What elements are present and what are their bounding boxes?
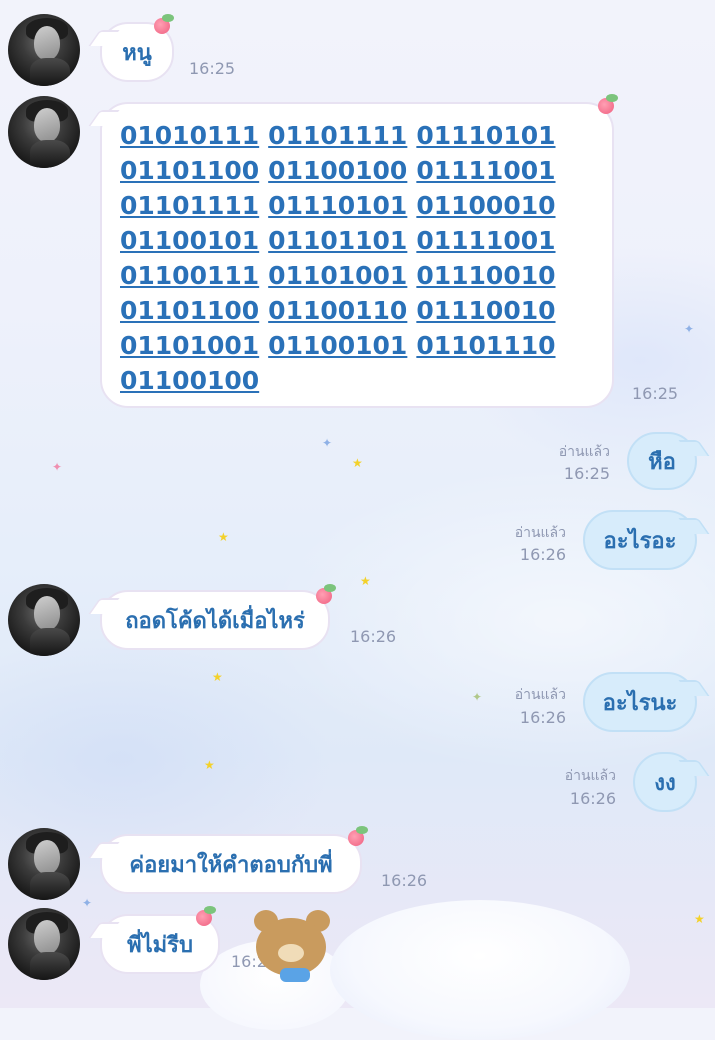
star-decoration-icon: ★	[212, 670, 223, 684]
strawberry-sticker-icon	[196, 906, 216, 926]
avatar[interactable]	[8, 96, 80, 168]
message-timestamp: 16:26	[350, 627, 397, 646]
binary-link[interactable]: 01110010	[416, 296, 555, 325]
binary-link[interactable]: 01100101	[120, 226, 259, 255]
binary-link[interactable]: 01101001	[120, 331, 259, 360]
strawberry-sticker-icon	[316, 584, 336, 604]
message-bubble-outgoing[interactable]: หือ	[627, 432, 697, 490]
strawberry-sticker-icon	[598, 94, 618, 114]
message-timestamp: 16:26	[519, 545, 566, 564]
message-text: พี่ไม่รีบ	[127, 932, 193, 958]
star-decoration-icon: ✦	[322, 436, 333, 450]
message-text: อะไรอะ	[603, 528, 677, 554]
star-decoration-icon: ★	[694, 912, 705, 926]
binary-link[interactable]: 01101100	[120, 296, 259, 325]
message-text: อะไรนะ	[602, 690, 678, 716]
message-bubble-outgoing[interactable]: อะไรนะ	[583, 672, 697, 732]
message-timestamp: 16:26	[569, 789, 616, 808]
binary-line: 01101100 01100110 01110010	[120, 293, 594, 328]
binary-link[interactable]: 01110010	[416, 261, 555, 290]
binary-link[interactable]: 01111001	[416, 226, 555, 255]
avatar[interactable]	[8, 14, 80, 86]
message-bubble-outgoing[interactable]: งง	[633, 752, 697, 812]
message-timestamp: 16:25	[189, 59, 236, 78]
binary-line: 01101001 01100101 01101110	[120, 328, 594, 363]
message-text: ถอดโค้ดได้เมื่อไหร่	[125, 608, 305, 634]
message-timestamp: 16:25	[563, 464, 610, 483]
binary-link[interactable]: 01010111	[120, 121, 259, 150]
star-decoration-icon: ★	[360, 574, 371, 588]
binary-line: 01101100 01100100 01111001	[120, 153, 594, 188]
bear-sticker	[250, 908, 336, 986]
strawberry-sticker-icon	[348, 826, 368, 846]
read-receipt: อ่านแล้ว	[564, 768, 616, 784]
message-timestamp: 16:26	[231, 952, 278, 971]
sticker-cinnamoroll	[330, 900, 630, 1040]
avatar[interactable]	[8, 908, 80, 980]
message-bubble-incoming[interactable]: ถอดโค้ดได้เมื่อไหร่	[100, 590, 330, 650]
star-decoration-icon: ✦	[684, 322, 695, 336]
binary-link[interactable]: 01101111	[268, 121, 407, 150]
binary-link[interactable]: 01101101	[268, 226, 407, 255]
binary-link[interactable]: 01111001	[416, 156, 555, 185]
message-text: หนู	[122, 40, 152, 66]
binary-line: 01010111 01101111 01110101	[120, 118, 594, 153]
binary-code-block: 01010111 01101111 01110101 01101100 01100100…	[120, 118, 594, 398]
binary-link[interactable]: 01100100	[120, 366, 259, 395]
message-text: หือ	[648, 449, 676, 475]
binary-link[interactable]: 01100100	[268, 156, 407, 185]
binary-link[interactable]: 01110101	[268, 191, 407, 220]
star-decoration-icon: ★	[218, 530, 229, 544]
binary-link[interactable]: 01101110	[416, 331, 555, 360]
star-decoration-icon: ✦	[82, 896, 93, 910]
message-text: งง	[654, 770, 676, 796]
star-decoration-icon: ✦	[52, 460, 63, 474]
message-bubble-incoming[interactable]: ค่อยมาให้คำตอบกับพี่	[100, 834, 362, 894]
star-decoration-icon: ★	[352, 456, 363, 470]
binary-link[interactable]: 01101100	[120, 156, 259, 185]
star-decoration-icon: ✦	[472, 690, 483, 704]
avatar[interactable]	[8, 584, 80, 656]
binary-line: 01100100	[120, 363, 594, 398]
read-receipt: อ่านแล้ว	[514, 525, 566, 541]
message-timestamp: 16:26	[519, 708, 566, 727]
message-timestamp: 16:25	[632, 384, 679, 403]
message-timestamp: 16:26	[381, 871, 428, 890]
binary-line: 01100101 01101101 01111001	[120, 223, 594, 258]
message-bubble-outgoing[interactable]: อะไรอะ	[583, 510, 697, 570]
binary-link[interactable]: 01100101	[268, 331, 407, 360]
star-decoration-icon: ★	[204, 758, 215, 772]
binary-link[interactable]: 01101001	[268, 261, 407, 290]
binary-link[interactable]: 01101111	[120, 191, 259, 220]
read-receipt: อ่านแล้ว	[558, 444, 610, 460]
binary-link[interactable]: 01100111	[120, 261, 259, 290]
binary-line: 01101111 01110101 01100010	[120, 188, 594, 223]
message-bubble-incoming[interactable]: 01010111 01101111 01110101 01101100 01100100…	[100, 102, 614, 408]
read-receipt: อ่านแล้ว	[514, 687, 566, 703]
binary-link[interactable]: 01110101	[416, 121, 555, 150]
message-text: ค่อยมาให้คำตอบกับพี่	[129, 852, 333, 878]
binary-link[interactable]: 01100110	[268, 296, 407, 325]
avatar[interactable]	[8, 828, 80, 900]
binary-link[interactable]: 01100010	[416, 191, 555, 220]
binary-line: 01100111 01101001 01110010	[120, 258, 594, 293]
strawberry-sticker-icon	[154, 14, 174, 34]
